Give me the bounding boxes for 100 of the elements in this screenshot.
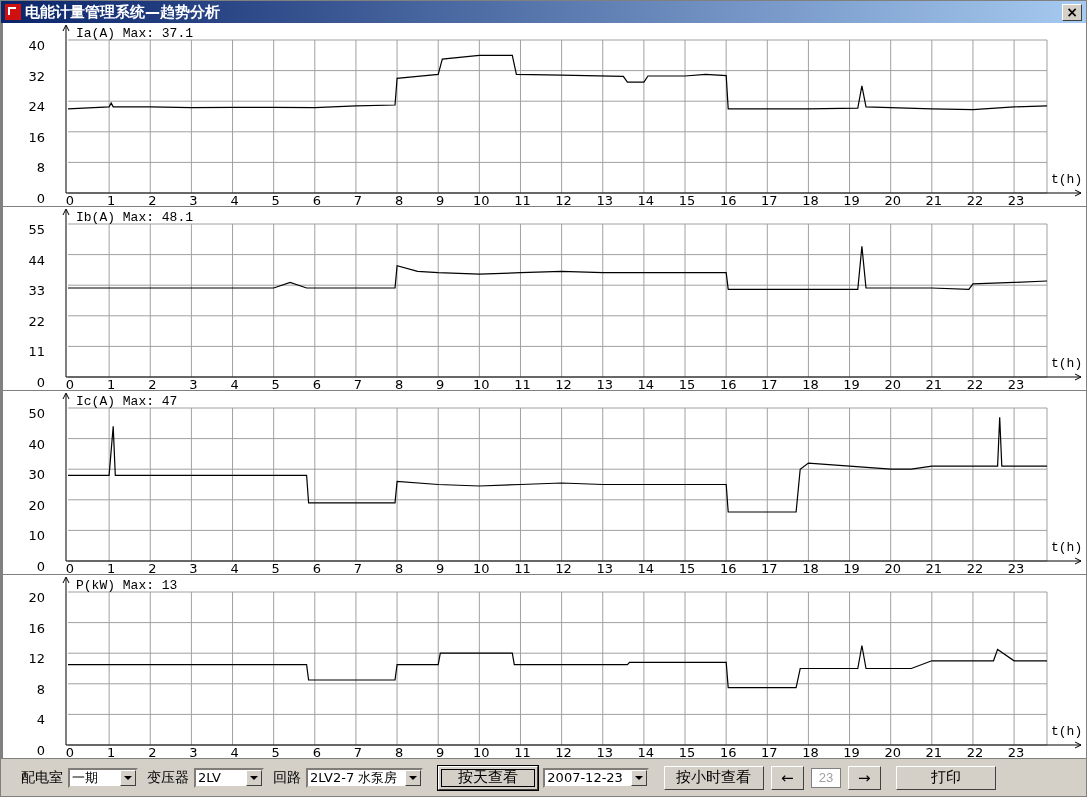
- x-tick-label: 14: [637, 377, 655, 390]
- y-tick-label: 4: [36, 712, 45, 728]
- app-logo-icon: [5, 4, 21, 20]
- dropdown-field[interactable]: 2007-12-23: [543, 767, 649, 788]
- x-tick-label: 6: [312, 193, 321, 206]
- x-tick-label: 3: [189, 193, 198, 206]
- x-tick-label: 13: [596, 377, 613, 390]
- x-tick-label: 0: [65, 193, 75, 206]
- x-tick-label: 2: [148, 193, 157, 206]
- y-tick-label: 30: [28, 467, 45, 483]
- field-label: 回路: [273, 768, 301, 787]
- x-tick-label: 15: [678, 745, 696, 758]
- x-tick-label: 19: [843, 561, 860, 574]
- y-tick-label: 24: [28, 99, 45, 115]
- x-tick-label: 5: [271, 193, 280, 206]
- x-tick-label: 19: [843, 193, 860, 206]
- x-tick-label: 2: [148, 561, 157, 574]
- dropdown-field[interactable]: 2LV2-7 水泵房: [306, 767, 424, 788]
- x-tick-label: 21: [925, 377, 943, 390]
- x-tick-label: 16: [719, 377, 737, 390]
- x-tick-label: 16: [719, 745, 737, 758]
- x-tick-label: 16: [719, 193, 737, 206]
- dropdown-field[interactable]: 2LV: [194, 767, 264, 788]
- x-tick-label: 20: [884, 745, 901, 758]
- x-tick-label: 0: [65, 745, 75, 758]
- x-tick-label: 9: [436, 193, 445, 206]
- x-tick-label: 3: [189, 745, 198, 758]
- y-tick-label: 11: [28, 344, 45, 360]
- x-tick-label: 14: [637, 193, 655, 206]
- x-tick-label: 20: [884, 377, 901, 390]
- x-tick-label: 4: [230, 377, 239, 390]
- chart-title: P(kW) Max: 13: [76, 578, 178, 593]
- action-button[interactable]: ←: [770, 765, 804, 790]
- y-tick-label: 33: [28, 283, 45, 299]
- x-tick-label: 9: [436, 377, 445, 390]
- x-tick-label: 22: [966, 193, 984, 206]
- x-tick-label: 1: [107, 561, 116, 574]
- x-tick-label: 6: [312, 377, 321, 390]
- x-tick-label: 9: [436, 745, 445, 758]
- action-button[interactable]: 按小时查看: [663, 765, 764, 790]
- caret-icon: [250, 775, 258, 780]
- x-tick-label: 4: [230, 745, 239, 758]
- field-label: 变压器: [147, 768, 189, 787]
- caret-icon: [409, 775, 418, 780]
- x-tick-label: 5: [271, 745, 280, 758]
- action-button[interactable]: 打印: [895, 765, 996, 790]
- x-tick-label: 22: [966, 561, 984, 574]
- x-tick-label: 7: [353, 745, 363, 758]
- x-tick-label: 20: [884, 561, 901, 574]
- x-tick-label: 15: [678, 561, 696, 574]
- action-button[interactable]: →: [847, 765, 881, 790]
- x-tick-label: 18: [802, 193, 819, 206]
- y-tick-label: 55: [28, 222, 45, 237]
- caret-icon: [634, 775, 643, 780]
- x-tick-label: 17: [761, 561, 778, 574]
- caret-icon: [124, 775, 132, 780]
- axis-label: t(h): [1051, 356, 1082, 371]
- x-tick-label: 5: [271, 561, 280, 574]
- close-button[interactable]: ×: [1062, 3, 1082, 21]
- x-tick-label: 8: [394, 377, 404, 390]
- y-tick-label: 44: [28, 252, 45, 268]
- x-tick-label: 13: [596, 745, 613, 758]
- x-tick-label: 13: [596, 561, 613, 574]
- x-tick-label: 12: [555, 561, 572, 574]
- x-tick-label: 23: [1007, 377, 1025, 390]
- axis-label: t(h): [1051, 172, 1082, 187]
- x-tick-label: 10: [473, 561, 490, 574]
- x-tick-label: 8: [394, 193, 404, 206]
- y-tick-label: 0: [36, 559, 45, 574]
- y-tick-label: 12: [28, 651, 45, 667]
- y-tick-label: 50: [28, 406, 45, 421]
- x-tick-label: 11: [514, 377, 531, 390]
- x-tick-label: 6: [312, 745, 321, 758]
- x-tick-label: 22: [966, 377, 984, 390]
- y-tick-label: 32: [28, 68, 45, 84]
- y-tick-label: 40: [28, 38, 45, 53]
- chart-title: Ic(A) Max: 47: [76, 394, 178, 409]
- x-tick-label: 0: [65, 377, 75, 390]
- y-tick-label: 22: [28, 313, 45, 329]
- x-tick-label: 2: [148, 745, 157, 758]
- y-tick-label: 16: [28, 620, 45, 636]
- action-button[interactable]: 按天查看: [438, 765, 539, 790]
- x-tick-label: 8: [394, 745, 404, 758]
- x-tick-label: 0: [65, 561, 75, 574]
- x-tick-label: 1: [107, 745, 116, 758]
- chart-title: Ia(A) Max: 37.1: [76, 26, 194, 41]
- y-tick-label: 8: [36, 681, 45, 697]
- x-tick-label: 21: [925, 561, 943, 574]
- x-tick-label: 1: [107, 377, 116, 390]
- x-tick-label: 17: [761, 193, 778, 206]
- x-tick-label: 3: [189, 561, 198, 574]
- dropdown-field[interactable]: 一期: [68, 767, 138, 788]
- axis-label: t(h): [1051, 540, 1082, 555]
- x-tick-label: 16: [719, 561, 737, 574]
- x-tick-label: 1: [107, 193, 116, 206]
- x-tick-label: 20: [884, 193, 901, 206]
- y-tick-label: 10: [28, 528, 45, 544]
- axis-label: t(h): [1051, 724, 1082, 739]
- x-tick-label: 4: [230, 561, 239, 574]
- x-tick-label: 9: [436, 561, 445, 574]
